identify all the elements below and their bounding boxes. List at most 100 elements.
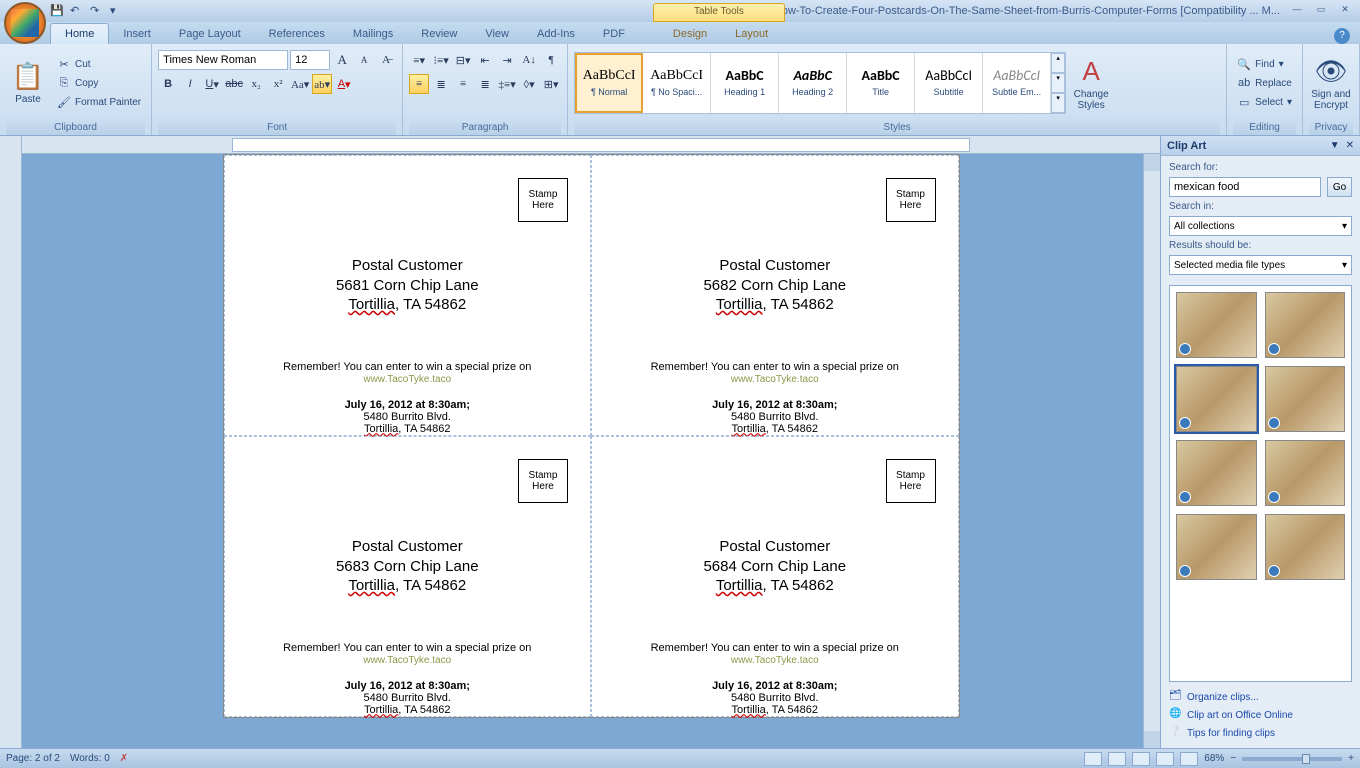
subscript-button[interactable]: x₂: [246, 74, 266, 94]
tab-view[interactable]: View: [471, 24, 523, 44]
office-button[interactable]: [4, 2, 46, 44]
results-select[interactable]: Selected media file types▾: [1169, 255, 1352, 275]
tab-layout[interactable]: Layout: [721, 24, 782, 44]
qat-more-icon[interactable]: ▾: [110, 4, 124, 18]
font-size-input[interactable]: [290, 50, 330, 70]
clip-result-2[interactable]: [1265, 292, 1346, 358]
clip-result-5[interactable]: [1176, 440, 1257, 506]
indent-left-button[interactable]: ⇤: [475, 50, 495, 70]
clip-result-8[interactable]: [1265, 514, 1346, 580]
undo-icon[interactable]: ↶: [70, 4, 84, 18]
style-item-3[interactable]: AaBbCHeading 2: [779, 53, 847, 113]
zoom-out-button[interactable]: −: [1230, 753, 1236, 764]
zoom-in-button[interactable]: +: [1348, 753, 1354, 764]
style-item-0[interactable]: AaBbCcI¶ Normal: [575, 53, 643, 113]
words-status[interactable]: Words: 0: [70, 753, 110, 764]
tab-pdf[interactable]: PDF: [589, 24, 639, 44]
copy-button[interactable]: ⎘Copy: [53, 74, 145, 92]
style-item-4[interactable]: AaBbCTitle: [847, 53, 915, 113]
draft-view[interactable]: [1180, 752, 1198, 766]
clip-result-7[interactable]: [1176, 514, 1257, 580]
postcard-4[interactable]: Stamp Here Postal Customer 5684 Corn Chi…: [591, 436, 959, 717]
find-button[interactable]: 🔍Find ▾: [1233, 55, 1296, 73]
tab-insert[interactable]: Insert: [109, 24, 165, 44]
clip-result-3[interactable]: [1176, 366, 1257, 432]
tab-mailings[interactable]: Mailings: [339, 24, 407, 44]
organize-clips-link[interactable]: 🗂Organize clips...: [1169, 690, 1352, 704]
clip-result-1[interactable]: [1176, 292, 1257, 358]
indent-right-button[interactable]: ⇥: [497, 50, 517, 70]
show-marks-button[interactable]: ¶: [541, 50, 561, 70]
tab-home[interactable]: Home: [50, 23, 109, 44]
sign-encrypt-button[interactable]: 👁 Sign and Encrypt: [1309, 48, 1353, 118]
tab-review[interactable]: Review: [407, 24, 471, 44]
bullets-button[interactable]: ≡▾: [409, 50, 429, 70]
superscript-button[interactable]: x²: [268, 74, 288, 94]
borders-button[interactable]: ⊞▾: [541, 74, 561, 94]
highlight-button[interactable]: ab▾: [312, 74, 332, 94]
line-spacing-button[interactable]: ‡≡▾: [497, 74, 517, 94]
page-status[interactable]: Page: 2 of 2: [6, 753, 60, 764]
style-gallery[interactable]: AaBbCcI¶ NormalAaBbCcI¶ No Spaci...AaBbC…: [574, 52, 1066, 114]
font-name-input[interactable]: [158, 50, 288, 70]
clear-format-button[interactable]: A̶: [376, 50, 396, 70]
gallery-more[interactable]: ▾: [1051, 93, 1065, 113]
full-screen-view[interactable]: [1108, 752, 1126, 766]
change-styles-button[interactable]: A Change Styles: [1069, 48, 1113, 118]
change-case-button[interactable]: Aa▾: [290, 74, 310, 94]
bold-button[interactable]: B: [158, 74, 178, 94]
grow-font-button[interactable]: A: [332, 50, 352, 70]
gallery-down[interactable]: ▾: [1051, 73, 1065, 93]
tab-design[interactable]: Design: [659, 24, 721, 44]
pane-close-icon[interactable]: ✕: [1346, 140, 1354, 151]
format-painter-button[interactable]: 🖌Format Painter: [53, 93, 145, 111]
style-item-6[interactable]: AaBbCcISubtle Em...: [983, 53, 1051, 113]
proofing-icon[interactable]: ✗: [120, 753, 128, 764]
align-right-button[interactable]: ≡: [453, 74, 473, 94]
shading-button[interactable]: ◊▾: [519, 74, 539, 94]
go-button[interactable]: Go: [1327, 177, 1352, 197]
underline-button[interactable]: U▾: [202, 74, 222, 94]
tab-addins[interactable]: Add-Ins: [523, 24, 589, 44]
zoom-value[interactable]: 68%: [1204, 753, 1224, 764]
cut-button[interactable]: ✂Cut: [53, 55, 145, 73]
postcard-3[interactable]: Stamp Here Postal Customer 5683 Corn Chi…: [224, 436, 592, 717]
justify-button[interactable]: ≣: [475, 74, 495, 94]
clip-result-4[interactable]: [1265, 366, 1346, 432]
gallery-up[interactable]: ▴: [1051, 53, 1065, 73]
shrink-font-button[interactable]: A: [354, 50, 374, 70]
align-center-button[interactable]: ≣: [431, 74, 451, 94]
paste-button[interactable]: 📋 Paste: [6, 48, 50, 118]
tab-references[interactable]: References: [255, 24, 339, 44]
font-color-button[interactable]: A▾: [334, 74, 354, 94]
sort-button[interactable]: A↓: [519, 50, 539, 70]
outline-view[interactable]: [1156, 752, 1174, 766]
clip-result-6[interactable]: [1265, 440, 1346, 506]
restore-button[interactable]: ▭: [1310, 4, 1332, 18]
style-item-2[interactable]: AaBbCHeading 1: [711, 53, 779, 113]
save-icon[interactable]: 💾: [50, 4, 64, 18]
tab-page-layout[interactable]: Page Layout: [165, 24, 255, 44]
web-layout-view[interactable]: [1132, 752, 1150, 766]
style-item-5[interactable]: AaBbCcISubtitle: [915, 53, 983, 113]
replace-button[interactable]: abReplace: [1233, 74, 1296, 92]
vertical-scrollbar[interactable]: [1143, 154, 1160, 748]
document-page[interactable]: Stamp Here Postal Customer 5681 Corn Chi…: [223, 154, 960, 718]
horizontal-ruler[interactable]: [22, 136, 1160, 154]
numbering-button[interactable]: ⁝≡▾: [431, 50, 451, 70]
minimize-button[interactable]: —: [1286, 4, 1308, 18]
redo-icon[interactable]: ↷: [90, 4, 104, 18]
italic-button[interactable]: I: [180, 74, 200, 94]
multilevel-button[interactable]: ⊟▾: [453, 50, 473, 70]
vertical-ruler[interactable]: [0, 136, 22, 748]
help-icon[interactable]: ?: [1334, 28, 1350, 44]
select-button[interactable]: ▭Select ▾: [1233, 93, 1296, 111]
clipart-online-link[interactable]: 🌐Clip art on Office Online: [1169, 708, 1352, 722]
postcard-1[interactable]: Stamp Here Postal Customer 5681 Corn Chi…: [224, 155, 592, 436]
search-in-select[interactable]: All collections▾: [1169, 216, 1352, 236]
postcard-2[interactable]: Stamp Here Postal Customer 5682 Corn Chi…: [591, 155, 959, 436]
style-item-1[interactable]: AaBbCcI¶ No Spaci...: [643, 53, 711, 113]
print-layout-view[interactable]: [1084, 752, 1102, 766]
align-left-button[interactable]: ≡: [409, 74, 429, 94]
tips-link[interactable]: ❔Tips for finding clips: [1169, 726, 1352, 740]
